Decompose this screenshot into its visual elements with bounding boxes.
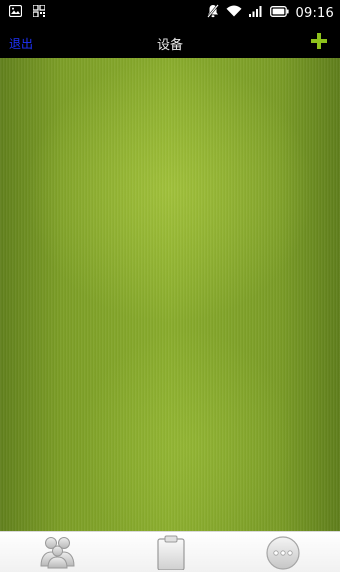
image-icon	[8, 4, 23, 21]
nav-bar: 退出 设备	[0, 27, 340, 58]
add-button[interactable]	[310, 32, 328, 50]
more-icon	[266, 536, 300, 570]
mute-icon	[206, 4, 219, 22]
clipboard-icon	[157, 535, 185, 570]
wifi-icon	[226, 5, 242, 21]
signal-icon	[248, 5, 263, 21]
battery-icon	[269, 5, 289, 21]
status-bar: 09:16	[0, 0, 340, 27]
device-list-area	[0, 58, 340, 531]
status-left-icons	[8, 4, 46, 21]
tab-clipboard[interactable]	[151, 534, 191, 570]
status-time: 09:16	[295, 5, 334, 21]
tab-contacts[interactable]	[37, 534, 77, 570]
page-title: 设备	[156, 38, 183, 53]
contacts-icon	[40, 537, 75, 569]
tab-more[interactable]	[263, 534, 303, 570]
plus-icon	[311, 33, 327, 49]
qr-icon	[32, 4, 46, 21]
status-right-icons: 09:16	[206, 4, 334, 22]
tab-bar	[0, 531, 340, 572]
